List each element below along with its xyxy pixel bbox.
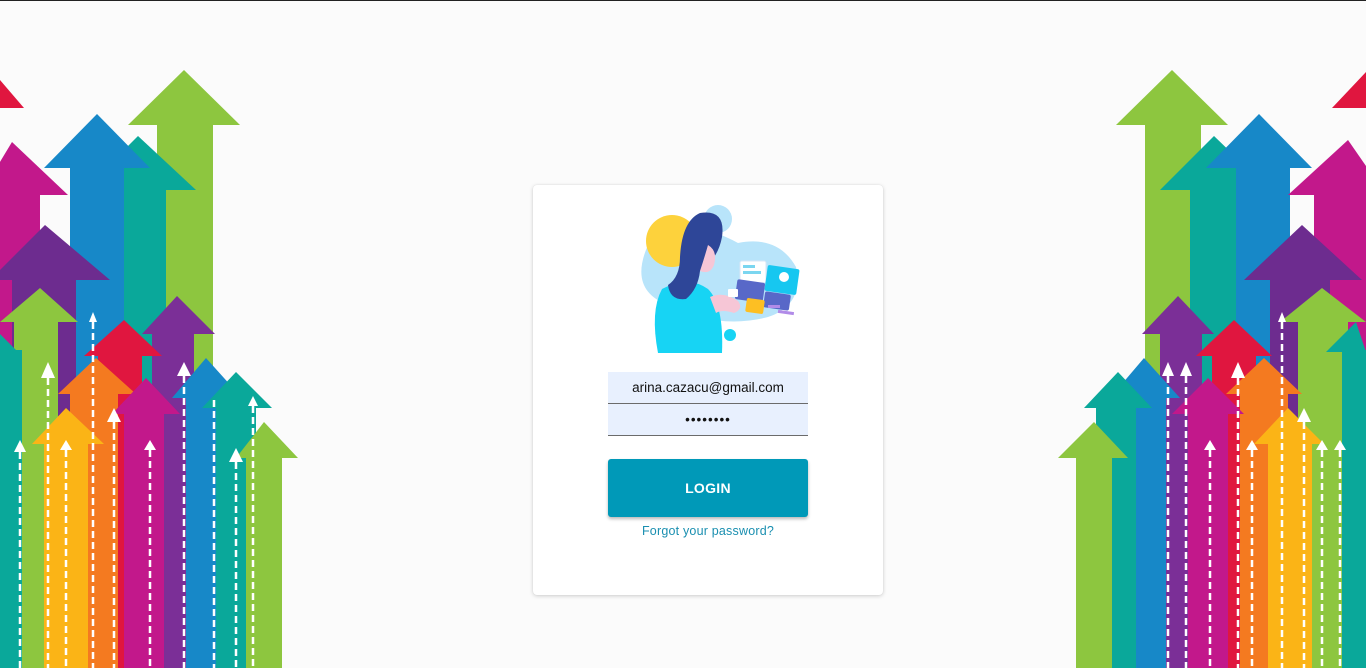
arrows-decoration-right xyxy=(1058,70,1366,668)
arrow-red-corner xyxy=(0,80,24,108)
login-card: LOGIN Forgot your password? xyxy=(533,185,883,595)
arrows-decoration-left xyxy=(0,70,298,668)
woman-tablet-illustration-icon xyxy=(641,205,800,353)
login-page: LOGIN Forgot your password? xyxy=(0,0,1366,668)
arrow-teal-edge xyxy=(0,334,22,668)
forgot-password-link[interactable]: Forgot your password? xyxy=(608,524,808,538)
login-button[interactable]: LOGIN xyxy=(608,459,808,517)
arrow-red-corner-r xyxy=(1332,72,1366,108)
email-field[interactable] xyxy=(608,372,808,404)
password-field[interactable] xyxy=(608,404,808,436)
